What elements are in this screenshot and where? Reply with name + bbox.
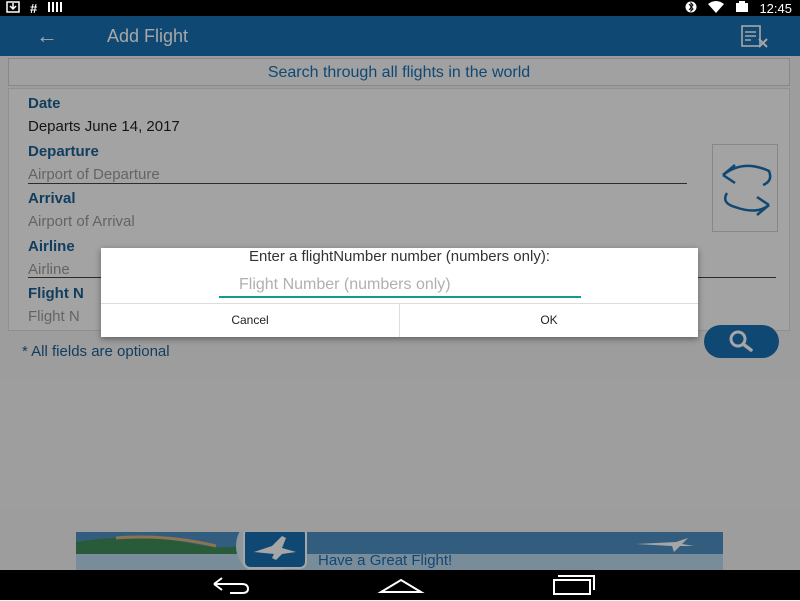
- status-bar: # 12:45: [0, 0, 800, 16]
- flight-number-dialog: Enter a flightNumber number (numbers onl…: [101, 248, 698, 337]
- hash-icon: #: [30, 0, 38, 16]
- cancel-button[interactable]: Cancel: [101, 304, 399, 337]
- barcode-icon: [47, 1, 63, 16]
- dialog-message: Enter a flightNumber number (numbers onl…: [249, 248, 550, 265]
- home-nav-icon[interactable]: [377, 574, 425, 601]
- recents-nav-icon[interactable]: [548, 574, 596, 601]
- back-nav-icon[interactable]: [206, 574, 252, 601]
- flight-number-input[interactable]: [219, 274, 581, 298]
- ok-button[interactable]: OK: [400, 304, 698, 337]
- clock: 12:45: [759, 0, 792, 16]
- battery-icon: [735, 0, 749, 16]
- wifi-icon: [707, 0, 725, 16]
- download-icon: [6, 0, 20, 16]
- bluetooth-icon: [685, 1, 697, 16]
- navigation-bar: [0, 570, 800, 600]
